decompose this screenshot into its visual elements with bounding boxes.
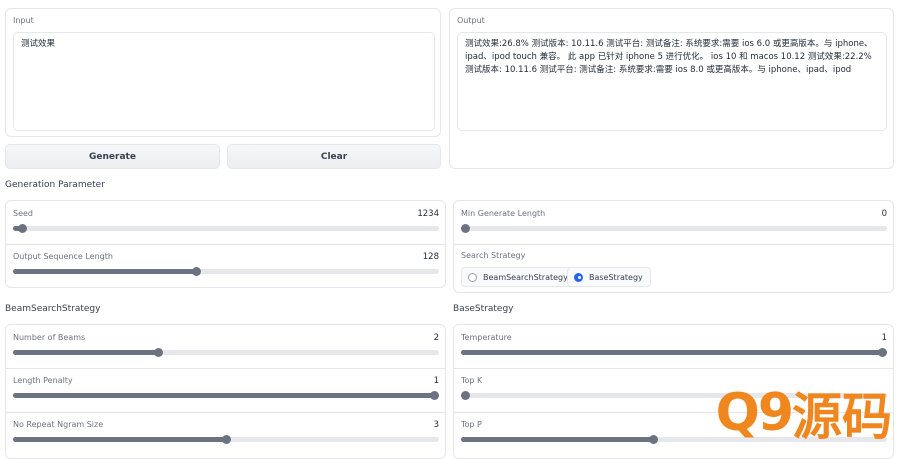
length-penalty-slider-fill	[13, 393, 439, 398]
beam-search-title: BeamSearchStrategy	[5, 304, 101, 314]
watermark-text: 源码	[792, 387, 892, 446]
divider	[6, 368, 445, 369]
output-panel: Output 测试效果:26.8% 测试版本: 10.11.6 测试平台: 测试…	[449, 8, 894, 169]
clear-button[interactable]: Clear	[227, 144, 441, 169]
radio-beam-search-label: BeamSearchStrategy	[483, 272, 568, 282]
input-panel: Input 测试效果	[5, 8, 441, 137]
temperature-value[interactable]: 1	[882, 333, 887, 343]
min-length-slider-thumb[interactable]	[461, 224, 470, 233]
num-beams-field: Number of Beams 2	[13, 333, 439, 359]
divider	[454, 244, 893, 245]
num-beams-slider-thumb[interactable]	[153, 348, 163, 357]
no-repeat-ngram-field: No Repeat Ngram Size 3	[13, 420, 439, 446]
num-beams-slider[interactable]	[13, 348, 439, 357]
seed-slider-thumb[interactable]	[17, 224, 27, 233]
divider	[6, 412, 445, 413]
seed-slider[interactable]	[13, 224, 439, 233]
seed-value[interactable]: 1234	[417, 209, 439, 219]
generate-button[interactable]: Generate	[5, 144, 220, 169]
output-length-slider[interactable]	[13, 267, 439, 276]
temperature-label: Temperature	[461, 333, 512, 342]
length-penalty-field: Length Penalty 1	[13, 376, 439, 402]
no-repeat-ngram-slider[interactable]	[13, 435, 439, 444]
watermark-logo: Q9 源码	[715, 380, 892, 446]
min-length-label: Min Generate Length	[461, 209, 546, 218]
generation-right-panel: Min Generate Length 0 Search Strategy Be…	[453, 200, 894, 293]
radio-beam-search-dot	[468, 272, 477, 282]
divider	[6, 244, 445, 245]
divider	[454, 368, 893, 369]
top-p-label: Top P	[461, 420, 482, 429]
no-repeat-ngram-label: No Repeat Ngram Size	[13, 420, 104, 429]
length-penalty-slider[interactable]	[13, 391, 439, 400]
length-penalty-slider-thumb[interactable]	[430, 391, 439, 400]
input-label: Input	[13, 16, 34, 25]
top-p-slider-thumb[interactable]	[648, 435, 658, 444]
radio-beam-search[interactable]: BeamSearchStrategy	[461, 267, 576, 287]
top-k-label: Top K	[461, 376, 483, 385]
output-length-slider-fill	[13, 269, 197, 274]
input-textarea[interactable]: 测试效果	[13, 32, 435, 131]
no-repeat-ngram-value[interactable]: 3	[434, 420, 439, 430]
no-repeat-ngram-slider-fill	[13, 437, 226, 442]
generation-parameter-title: Generation Parameter	[5, 180, 105, 190]
temperature-slider-fill	[461, 350, 887, 355]
watermark-mark: Q9	[715, 382, 794, 443]
num-beams-label: Number of Beams	[13, 333, 86, 342]
temperature-slider-thumb[interactable]	[878, 348, 887, 357]
min-length-slider[interactable]	[461, 224, 887, 233]
min-length-value[interactable]: 0	[882, 209, 887, 219]
base-strategy-title: BaseStrategy	[453, 304, 514, 314]
output-length-field: Output Sequence Length 128	[13, 252, 439, 278]
radio-base-strategy[interactable]: BaseStrategy	[567, 267, 651, 287]
seed-field: Seed 1234	[13, 209, 439, 235]
radio-base-strategy-label: BaseStrategy	[589, 272, 643, 282]
no-repeat-ngram-slider-thumb[interactable]	[222, 435, 231, 444]
output-length-label: Output Sequence Length	[13, 252, 113, 261]
search-strategy-label: Search Strategy	[461, 251, 526, 260]
output-textarea[interactable]: 测试效果:26.8% 测试版本: 10.11.6 测试平台: 测试备注: 系统要…	[457, 32, 887, 131]
num-beams-value[interactable]: 2	[434, 333, 439, 343]
beam-panel: Number of Beams 2 Length Penalty 1 No Re…	[5, 324, 446, 459]
output-label: Output	[457, 16, 485, 25]
radio-base-strategy-dot	[574, 272, 583, 282]
top-k-slider-thumb[interactable]	[461, 391, 470, 400]
num-beams-slider-fill	[13, 350, 158, 355]
output-length-value[interactable]: 128	[423, 252, 439, 262]
length-penalty-value[interactable]: 1	[434, 376, 439, 386]
length-penalty-label: Length Penalty	[13, 376, 73, 385]
generation-left-panel: Seed 1234 Output Sequence Length 128	[5, 200, 446, 288]
temperature-slider[interactable]	[461, 348, 887, 357]
seed-label: Seed	[13, 209, 33, 218]
min-length-field: Min Generate Length 0	[461, 209, 887, 235]
temperature-field: Temperature 1	[461, 333, 887, 359]
output-length-slider-thumb[interactable]	[192, 267, 202, 276]
top-p-slider-fill	[461, 437, 653, 442]
